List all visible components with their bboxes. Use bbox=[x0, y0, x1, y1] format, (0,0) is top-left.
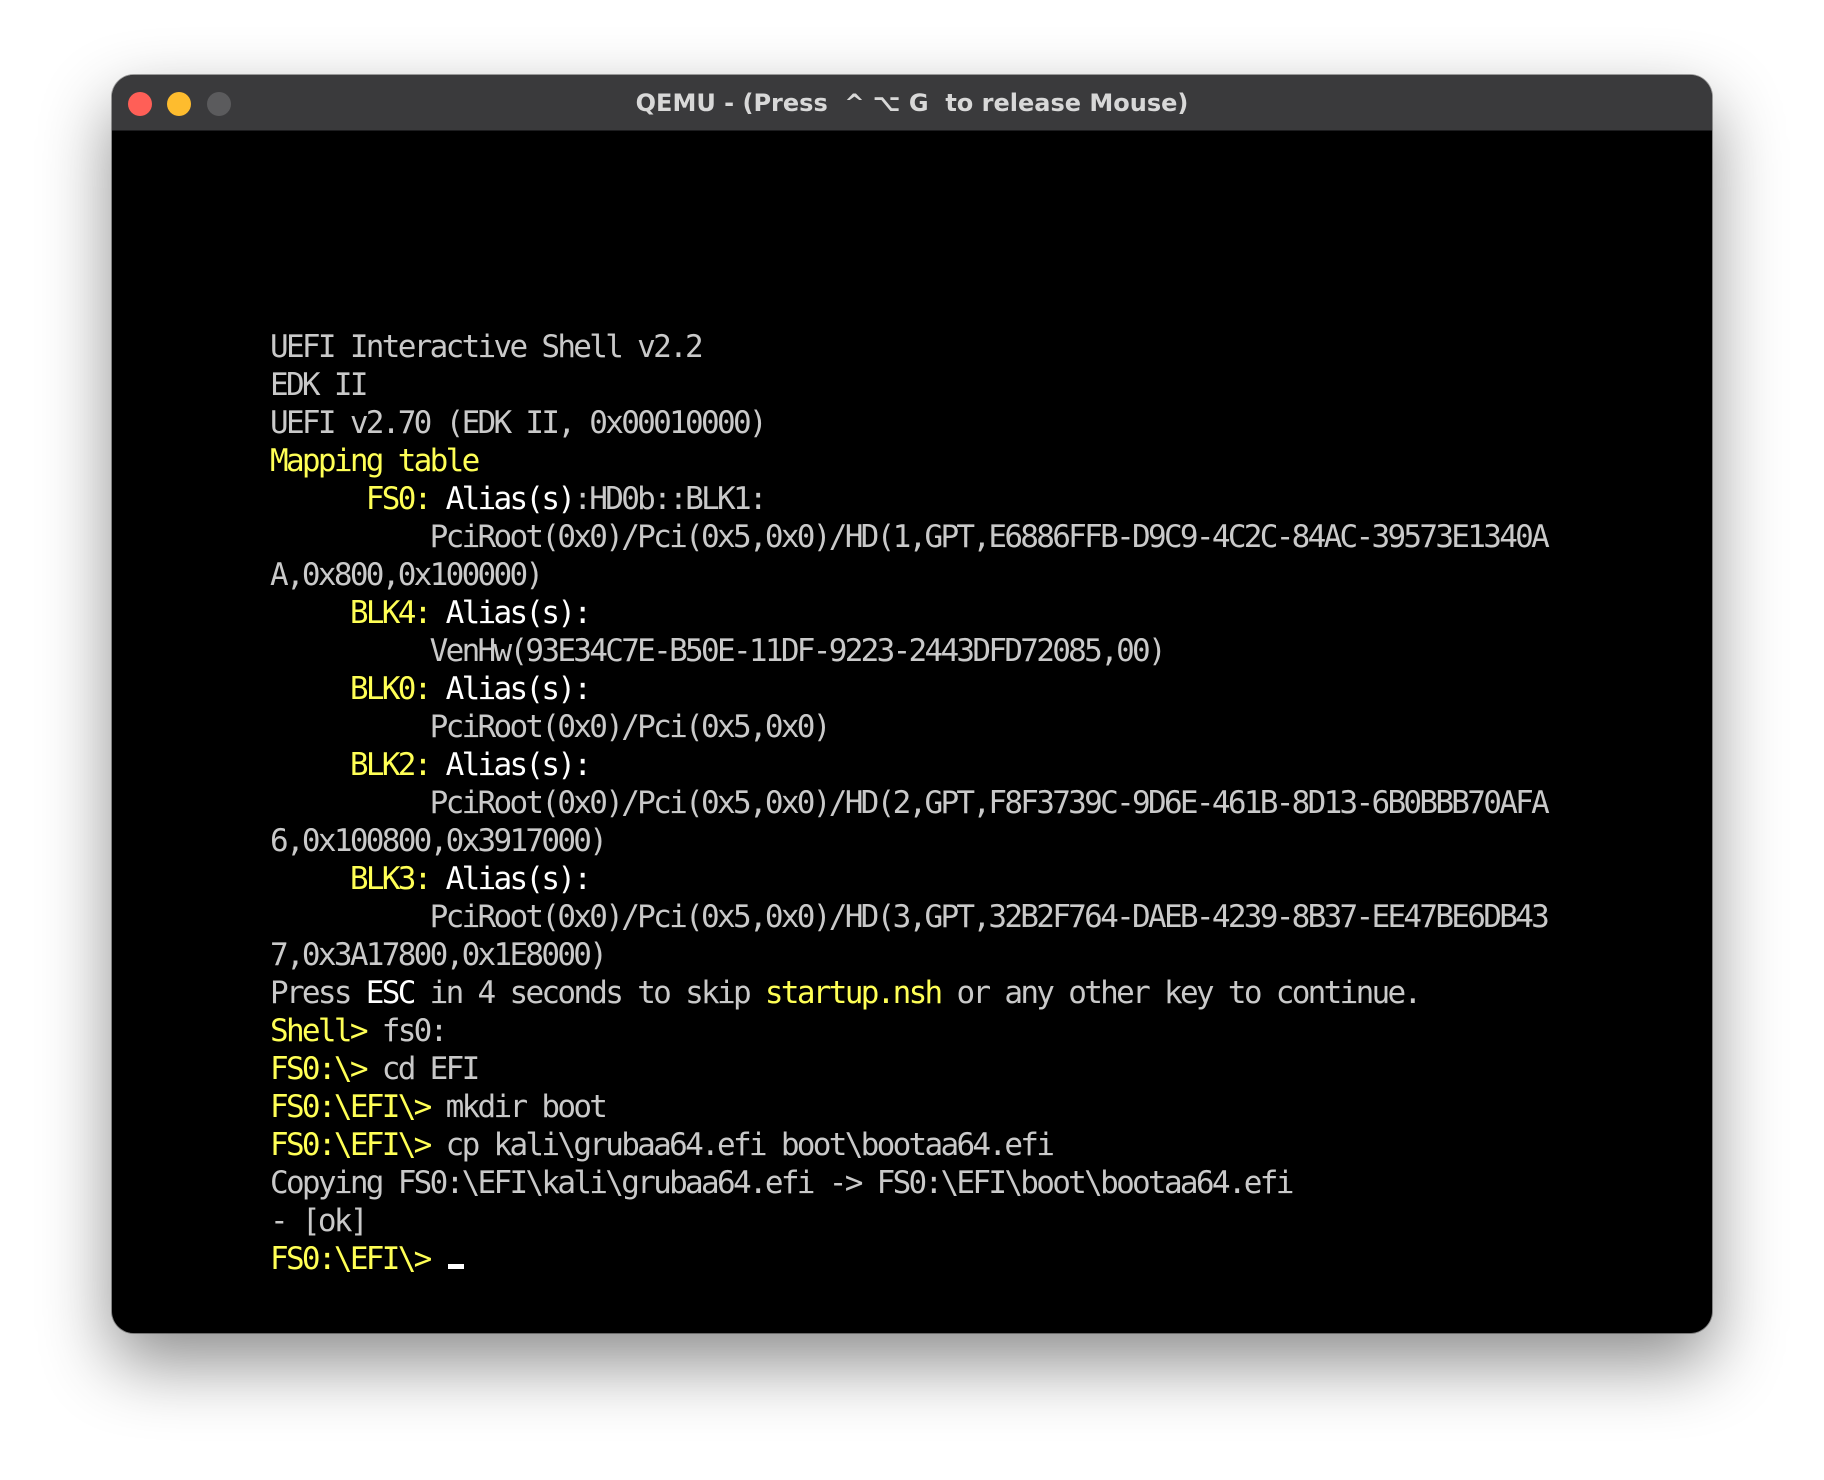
console-line: A,0x800,0x100000) bbox=[270, 556, 1547, 594]
console-text-segment: cp kali\grubaa64.efi boot\bootaa64.efi bbox=[445, 1127, 1055, 1163]
console-text-segment: FS0:\EFI\> bbox=[270, 1089, 446, 1125]
console-text-segment: cd EFI bbox=[381, 1051, 480, 1087]
console-text-segment: or any other key to continue. bbox=[940, 975, 1422, 1011]
console-text-segment: Alias(s): bbox=[445, 595, 592, 631]
console-text-segment: 7,0x3A17800,0x1E8000) bbox=[270, 937, 608, 973]
console-text-segment: VenHw(93E34C7E-B50E-11DF-9223-2443DFD720… bbox=[270, 633, 1167, 669]
console-text-segment: EDK II bbox=[270, 367, 368, 403]
console-text-segment: fs0: bbox=[381, 1013, 449, 1049]
console-text-segment: :HD0b::BLK1: bbox=[573, 481, 767, 517]
console-line: FS0:\EFI\> cp kali\grubaa64.efi boot\boo… bbox=[270, 1126, 1547, 1164]
console-text-segment: FS0:\> bbox=[270, 1051, 382, 1087]
console-text-segment: PciRoot(0x0)/Pci(0x5,0x0)/HD(2,GPT,F8F37… bbox=[270, 785, 1550, 821]
console-text-segment: Shell> bbox=[270, 1013, 382, 1049]
console-text-segment: FS0:\EFI\> bbox=[270, 1241, 446, 1277]
emulator-screen[interactable]: UEFI Interactive Shell v2.2 EDK II UEFI v2… bbox=[112, 131, 1712, 1333]
uefi-shell-console[interactable]: UEFI Interactive Shell v2.2 EDK II UEFI v2… bbox=[270, 328, 1550, 1278]
console-line: Press ESC in 4 seconds to skip startup.n… bbox=[270, 974, 1547, 1012]
console-text-segment: Alias(s): bbox=[445, 861, 592, 897]
console-text-segment: BLK0: bbox=[270, 671, 446, 707]
console-text-segment: Alias(s) bbox=[445, 481, 576, 517]
console-line: VenHw(93E34C7E-B50E-11DF-9223-2443DFD720… bbox=[270, 632, 1547, 670]
console-text-segment: - [ok] bbox=[270, 1203, 368, 1239]
console-text-segment: UEFI v2.70 (EDK II, 0x00010000) bbox=[270, 405, 768, 441]
console-line: BLK3: Alias(s): bbox=[270, 860, 1547, 898]
console-line: Copying FS0:\EFI\kali\grubaa64.efi -> FS… bbox=[270, 1164, 1547, 1202]
console-line: FS0:\EFI\> bbox=[270, 1240, 1547, 1278]
console-line: 6,0x100800,0x3917000) bbox=[270, 822, 1547, 860]
console-text-segment: Press bbox=[270, 975, 366, 1011]
console-line: PciRoot(0x0)/Pci(0x5,0x0)/HD(1,GPT,E6886… bbox=[270, 518, 1550, 556]
console-text-segment: UEFI Interactive Shell v2.2 bbox=[270, 329, 704, 365]
console-line: Mapping table bbox=[270, 442, 1547, 480]
console-text-segment: Alias(s): bbox=[445, 747, 592, 783]
console-text-segment: Mapping table bbox=[270, 443, 480, 479]
console-line: FS0:\EFI\> mkdir boot bbox=[270, 1088, 1547, 1126]
console-text-segment: FS0:\EFI\> bbox=[270, 1127, 446, 1163]
console-text-segment: BLK2: bbox=[270, 747, 446, 783]
console-text-segment: FS0: bbox=[270, 481, 446, 517]
console-text-segment: startup.nsh bbox=[764, 975, 943, 1011]
qemu-window: QEMU - (Press ^ ⌥ G to release Mouse) UE… bbox=[112, 75, 1712, 1333]
console-line: BLK2: Alias(s): bbox=[270, 746, 1547, 784]
console-line: FS0: Alias(s):HD0b::BLK1: bbox=[270, 480, 1547, 518]
console-line: UEFI v2.70 (EDK II, 0x00010000) bbox=[270, 404, 1547, 442]
console-line: PciRoot(0x0)/Pci(0x5,0x0) bbox=[270, 708, 1547, 746]
console-text-segment: Alias(s): bbox=[445, 671, 592, 707]
title-bar[interactable]: QEMU - (Press ^ ⌥ G to release Mouse) bbox=[112, 75, 1712, 131]
console-line: BLK4: Alias(s): bbox=[270, 594, 1547, 632]
console-text-segment: Copying FS0:\EFI\kali\grubaa64.efi -> FS… bbox=[270, 1165, 1294, 1201]
console-line: - [ok] bbox=[270, 1202, 1547, 1240]
console-text-segment: PciRoot(0x0)/Pci(0x5,0x0) bbox=[270, 709, 832, 745]
console-text-segment: ESC bbox=[365, 975, 417, 1011]
console-line: UEFI Interactive Shell v2.2 bbox=[270, 328, 1547, 366]
console-line: BLK0: Alias(s): bbox=[270, 670, 1547, 708]
window-title: QEMU - (Press ^ ⌥ G to release Mouse) bbox=[635, 89, 1189, 117]
console-line: PciRoot(0x0)/Pci(0x5,0x0)/HD(3,GPT,32B2F… bbox=[270, 898, 1550, 936]
console-text-segment: mkdir boot bbox=[445, 1089, 608, 1125]
console-text-segment: PciRoot(0x0)/Pci(0x5,0x0)/HD(3,GPT,32B2F… bbox=[270, 899, 1550, 935]
console-line: FS0:\> cd EFI bbox=[270, 1050, 1547, 1088]
text-cursor bbox=[447, 1264, 464, 1269]
console-line: Shell> fs0: bbox=[270, 1012, 1547, 1050]
console-text-segment: BLK3: bbox=[270, 861, 446, 897]
console-line: 7,0x3A17800,0x1E8000) bbox=[270, 936, 1547, 974]
console-text-segment: A,0x800,0x100000) bbox=[270, 557, 544, 593]
console-line: EDK II bbox=[270, 366, 1547, 404]
console-line: PciRoot(0x0)/Pci(0x5,0x0)/HD(2,GPT,F8F37… bbox=[270, 784, 1550, 822]
console-text-segment: BLK4: bbox=[270, 595, 446, 631]
console-text-segment: in 4 seconds to skip bbox=[413, 975, 765, 1011]
console-text-segment: PciRoot(0x0)/Pci(0x5,0x0)/HD(1,GPT,E6886… bbox=[270, 519, 1550, 555]
console-text-segment: 6,0x100800,0x3917000) bbox=[270, 823, 608, 859]
